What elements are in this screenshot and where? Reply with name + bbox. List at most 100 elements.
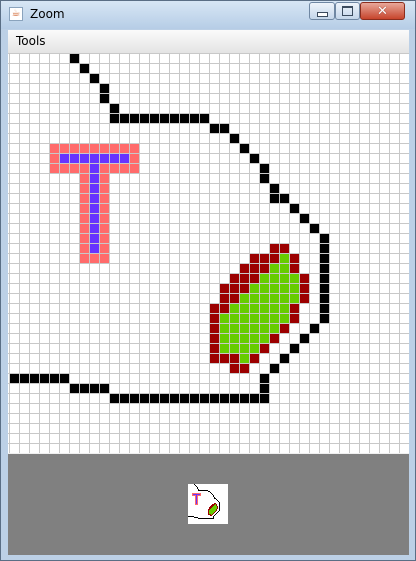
black-outline-pixel (198, 489, 199, 490)
leaf-fill-pixel (220, 324, 229, 333)
t-glyph-pixel (194, 494, 195, 495)
black-outline-pixel (100, 384, 109, 393)
black-outline-pixel (205, 518, 206, 519)
t-glyph-shadow-pixel (198, 493, 199, 494)
black-outline-pixel (210, 492, 211, 493)
leaf-fill-pixel (212, 507, 213, 508)
leaf-outline-pixel (220, 304, 229, 313)
black-outline-pixel (219, 506, 220, 507)
leaf-fill-pixel (213, 510, 214, 511)
black-outline-pixel (217, 500, 218, 501)
black-outline-pixel (201, 518, 202, 519)
t-glyph-pixel (110, 154, 119, 163)
black-outline-pixel (219, 508, 220, 509)
t-glyph-shadow-pixel (197, 504, 198, 505)
t-glyph-shadow-pixel (100, 234, 109, 243)
black-outline-pixel (160, 394, 169, 403)
black-outline-pixel (205, 490, 206, 491)
leaf-outline-pixel (211, 515, 212, 516)
leaf-outline-pixel (211, 506, 212, 507)
close-button[interactable]: ✕ (360, 2, 405, 20)
black-outline-pixel (110, 104, 119, 113)
t-glyph-shadow-pixel (200, 495, 201, 496)
black-outline-pixel (209, 491, 210, 492)
leaf-outline-pixel (210, 324, 219, 333)
thumbnail-preview[interactable] (188, 484, 228, 524)
black-outline-pixel (80, 384, 89, 393)
t-glyph-shadow-pixel (197, 495, 198, 496)
leaf-fill-pixel (213, 507, 214, 508)
black-outline-pixel (213, 496, 214, 497)
leaf-outline-pixel (230, 284, 239, 293)
t-glyph-shadow-pixel (195, 493, 196, 494)
t-glyph-shadow-pixel (100, 204, 109, 213)
black-outline-pixel (203, 490, 204, 491)
black-outline-pixel (170, 394, 179, 403)
black-outline-pixel (201, 490, 202, 491)
leaf-fill-pixel (240, 294, 249, 303)
black-outline-pixel (260, 394, 269, 403)
leaf-outline-pixel (240, 284, 249, 293)
leaf-fill-pixel (211, 511, 212, 512)
leaf-fill-pixel (230, 304, 239, 313)
leaf-fill-pixel (215, 509, 216, 510)
leaf-fill-pixel (214, 511, 215, 512)
menu-tools[interactable]: Tools (16, 34, 46, 48)
t-glyph-shadow-pixel (90, 254, 99, 263)
black-outline-pixel (219, 509, 220, 510)
title-bar[interactable]: ☕ Zoom ✕ (1, 1, 415, 29)
maximize-button[interactable] (335, 2, 360, 20)
leaf-fill-pixel (280, 274, 289, 283)
black-outline-pixel (199, 518, 200, 519)
t-glyph-pixel (90, 154, 99, 163)
zoomed-pixel-grid[interactable] (8, 53, 409, 453)
t-glyph-shadow-pixel (197, 496, 198, 497)
black-outline-pixel (199, 490, 200, 491)
t-glyph-pixel (196, 500, 197, 501)
leaf-fill-pixel (230, 344, 239, 353)
leaf-outline-pixel (230, 274, 239, 283)
t-glyph-shadow-pixel (80, 234, 89, 243)
leaf-fill-pixel (260, 314, 269, 323)
leaf-fill-pixel (215, 506, 216, 507)
leaf-fill-pixel (230, 334, 239, 343)
leaf-outline-pixel (216, 504, 217, 505)
t-glyph-pixel (199, 494, 200, 495)
black-outline-pixel (40, 374, 49, 383)
leaf-fill-pixel (250, 324, 259, 333)
leaf-fill-pixel (213, 512, 214, 513)
black-outline-pixel (320, 284, 329, 293)
black-outline-pixel (216, 499, 217, 500)
menu-bar: Tools (8, 30, 409, 54)
black-outline-pixel (260, 164, 269, 173)
leaf-outline-pixel (208, 511, 209, 512)
t-glyph-pixel (196, 496, 197, 497)
black-outline-pixel (193, 516, 194, 517)
minimize-button[interactable] (309, 2, 335, 20)
t-glyph-pixel (90, 224, 99, 233)
black-outline-pixel (170, 114, 179, 123)
leaf-outline-pixel (217, 507, 218, 508)
window-title: Zoom (30, 7, 65, 21)
black-outline-pixel (320, 314, 329, 323)
leaf-fill-pixel (220, 314, 229, 323)
t-glyph-pixel (90, 204, 99, 213)
black-outline-pixel (90, 384, 99, 393)
t-glyph-shadow-pixel (80, 194, 89, 203)
black-outline-pixel (220, 394, 229, 403)
t-glyph-shadow-pixel (197, 502, 198, 503)
leaf-outline-pixel (220, 294, 229, 303)
leaf-fill-pixel (210, 512, 211, 513)
pixel-grid-svg[interactable] (8, 53, 409, 453)
leaf-fill-pixel (230, 314, 239, 323)
black-outline-pixel (320, 264, 329, 273)
leaf-outline-pixel (215, 503, 216, 504)
leaf-outline-pixel (210, 506, 211, 507)
t-glyph-pixel (196, 501, 197, 502)
black-outline-pixel (200, 394, 209, 403)
leaf-fill-pixel (260, 304, 269, 313)
black-outline-pixel (195, 485, 196, 486)
leaf-fill-pixel (290, 284, 299, 293)
leaf-fill-pixel (213, 508, 214, 509)
leaf-fill-pixel (215, 510, 216, 511)
